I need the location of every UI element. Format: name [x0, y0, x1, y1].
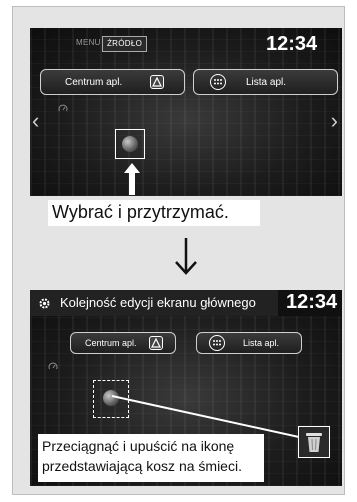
app-center-icon: [149, 336, 163, 350]
app-list-label: Lista apl.: [243, 338, 280, 348]
press-arrow-icon: [124, 163, 140, 195]
app-center-icon: [150, 75, 164, 89]
header-clock-area: 12:34: [278, 290, 342, 316]
app-ball-icon[interactable]: [122, 136, 138, 152]
source-button[interactable]: ŹRÓDŁO: [102, 36, 148, 52]
step2-instruction-line1: Przeciągnąć i upuścić na ikonę: [42, 438, 235, 454]
clock: 12:34: [266, 33, 318, 55]
gear-icon: [39, 298, 50, 309]
top-bar: MENU ŹRÓDŁO 12:34: [30, 28, 342, 58]
app-center-button[interactable]: Centrum apl.: [40, 69, 185, 95]
trash-target[interactable]: [298, 426, 330, 458]
step2-instruction: Przeciągnąć i upuścić na ikonę przedstaw…: [38, 434, 264, 482]
scroll-right-icon[interactable]: ›: [331, 108, 338, 134]
step1-instruction: Wybrać i przytrzymać.: [48, 200, 260, 226]
trash-icon: [306, 433, 322, 452]
app-center-label: Centrum apl.: [85, 338, 137, 348]
down-arrow-icon: [175, 238, 197, 275]
app-list-icon: [209, 335, 225, 351]
step2-instruction-line2: przedstawiającą kosz na śmieci.: [42, 458, 242, 474]
gauge-icon: [58, 104, 68, 112]
clock: 12:34: [286, 291, 338, 313]
app-list-icon: [210, 74, 226, 90]
menu-button[interactable]: MENU: [72, 36, 105, 50]
edit-header-title: Kolejność edycji ekranu głównego: [60, 295, 256, 310]
app-list-label: Lista apl.: [246, 77, 287, 88]
edit-header: Kolejność edycji ekranu głównego 12:34: [30, 290, 342, 316]
gauge-icon: [48, 362, 58, 370]
app-list-button[interactable]: Lista apl.: [196, 332, 302, 354]
app-list-button[interactable]: Lista apl.: [193, 69, 338, 95]
scroll-left-icon[interactable]: ‹: [32, 108, 39, 134]
app-center-button[interactable]: Centrum apl.: [70, 332, 176, 354]
home-screen-step1: MENU ŹRÓDŁO 12:34 Centrum apl. Lista apl…: [30, 28, 342, 196]
app-center-label: Centrum apl.: [65, 77, 123, 88]
